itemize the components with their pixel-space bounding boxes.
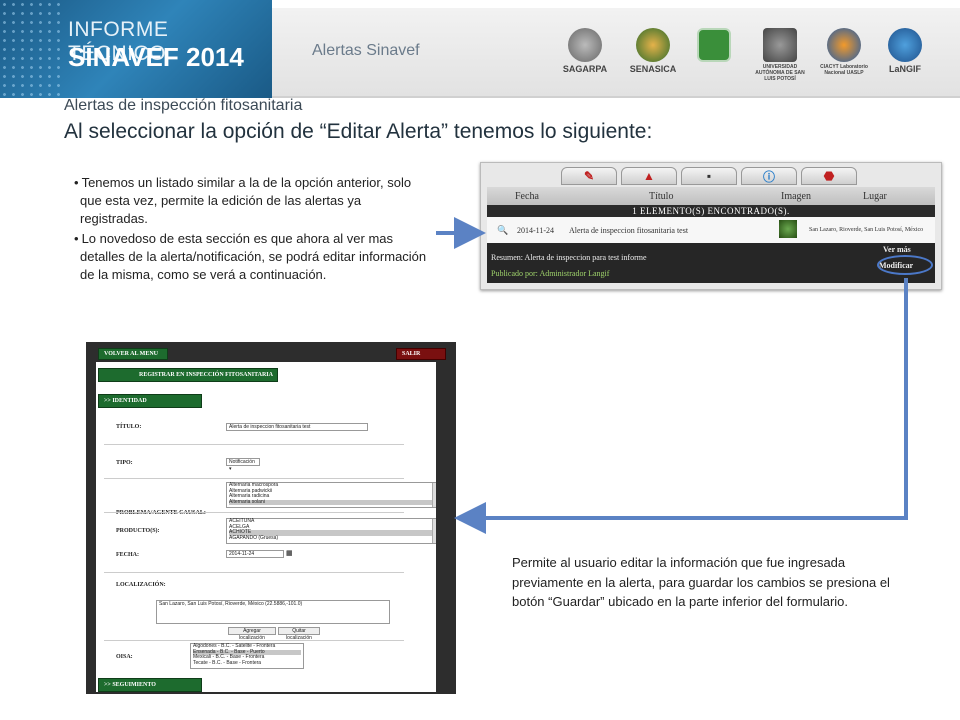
return-arrow bbox=[454, 278, 908, 534]
connector-arrows bbox=[436, 217, 908, 534]
note-text: Permite al usuario editar la información… bbox=[512, 555, 890, 609]
